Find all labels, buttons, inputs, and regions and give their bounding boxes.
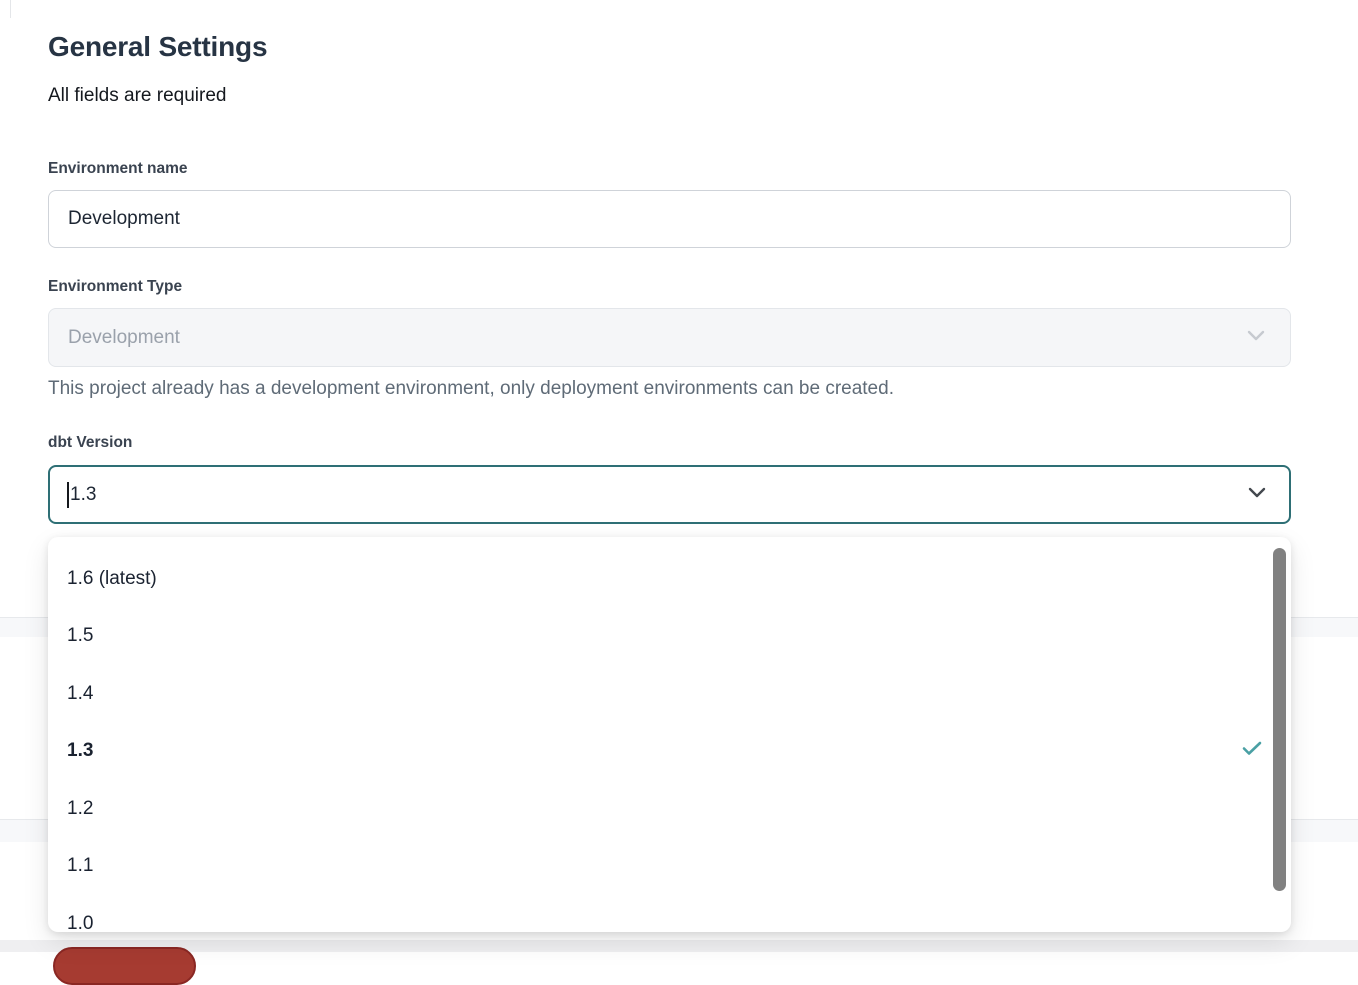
option-label: 1.2 [67, 798, 93, 820]
dropdown-option[interactable]: 1.6 (latest) [48, 550, 1291, 608]
dropdown-option[interactable]: 1.1 [48, 838, 1291, 896]
option-label: 1.0 [67, 913, 93, 932]
environment-type-value: Development [68, 327, 180, 349]
dbt-version-value: 1.3 [70, 484, 96, 506]
dbt-version-label: dbt Version [48, 434, 132, 452]
text-caret [67, 482, 69, 508]
environment-type-select: Development [48, 308, 1291, 367]
dbt-version-dropdown: 1.6 (latest) 1.5 1.4 1.3 1.2 1.1 1.0 [48, 537, 1291, 932]
check-icon [1240, 736, 1264, 766]
environment-type-label: Environment Type [48, 278, 182, 296]
option-label: 1.4 [67, 683, 93, 705]
card-edge-line [10, 0, 11, 18]
option-label: 1.6 (latest) [67, 568, 157, 590]
option-label: 1.5 [67, 625, 93, 647]
option-label: 1.1 [67, 855, 93, 877]
page-subtitle: All fields are required [48, 85, 226, 107]
footer-strip [0, 940, 1358, 952]
dropdown-option[interactable]: 1.5 [48, 608, 1291, 666]
page-title: General Settings [48, 31, 267, 63]
chevron-down-icon [1244, 323, 1268, 353]
dropdown-option[interactable]: 1.2 [48, 780, 1291, 838]
dropdown-option[interactable]: 1.0 [48, 895, 1291, 932]
environment-name-label: Environment name [48, 160, 188, 178]
delete-button[interactable] [53, 947, 196, 985]
dropdown-option[interactable]: 1.4 [48, 665, 1291, 723]
environment-name-input[interactable] [48, 190, 1291, 248]
scrollbar-thumb[interactable] [1273, 548, 1286, 891]
chevron-down-icon[interactable] [1245, 480, 1269, 510]
dbt-version-combobox[interactable]: 1.3 [48, 465, 1291, 524]
option-label: 1.3 [67, 740, 93, 762]
environment-type-helper: This project already has a development e… [48, 378, 894, 400]
dropdown-option-selected[interactable]: 1.3 [48, 723, 1291, 781]
